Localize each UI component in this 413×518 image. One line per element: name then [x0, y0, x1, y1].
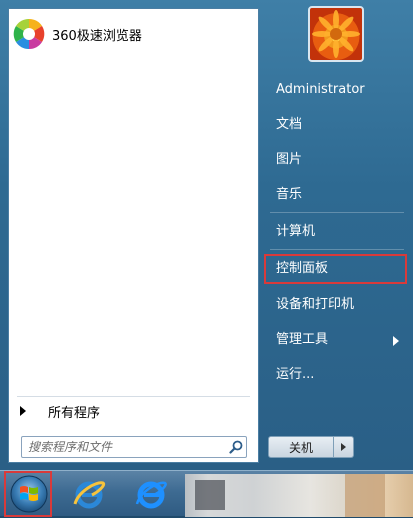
search-icon[interactable] [226, 437, 246, 457]
user-avatar[interactable] [308, 6, 364, 62]
menu-item-computer[interactable]: 计算机 [276, 222, 315, 242]
pinned-item-label: 360极速浏览器 [52, 28, 142, 44]
taskbar-window-preview[interactable] [185, 474, 413, 517]
menu-item-documents[interactable]: 文档 [276, 115, 302, 135]
taskbar [0, 470, 413, 517]
search-box [21, 436, 247, 458]
programs-pane: 360极速浏览器 所有程序 [8, 8, 259, 463]
menu-item-run[interactable]: 运行... [276, 365, 314, 385]
ie-icon[interactable] [72, 477, 106, 511]
blurred-thumbnail [195, 480, 225, 510]
control-panel-highlight [264, 254, 407, 284]
expand-arrow-icon [20, 406, 26, 416]
shutdown-group: 关机 [268, 436, 356, 458]
shutdown-options-button[interactable] [334, 436, 354, 458]
pinned-item-360-browser[interactable]: 360极速浏览器 [13, 15, 253, 53]
start-button-highlight [4, 471, 52, 517]
submenu-arrow-icon [393, 336, 399, 346]
search-input[interactable] [22, 437, 226, 457]
menu-item-admin-tools[interactable]: 管理工具 [276, 330, 328, 350]
all-programs-item[interactable]: 所有程序 [17, 399, 247, 423]
start-menu: 360极速浏览器 所有程序 搜索程序和文件 Administrator 文档 图… [0, 0, 413, 470]
divider [270, 212, 404, 213]
shutdown-button[interactable]: 关机 [268, 436, 334, 458]
blurred-thumbnail [345, 474, 385, 517]
browser-360-icon [13, 18, 45, 50]
divider [270, 249, 404, 250]
all-programs-label: 所有程序 [48, 405, 101, 421]
menu-item-music[interactable]: 音乐 [276, 185, 302, 205]
menu-item-administrator[interactable]: Administrator [276, 80, 365, 100]
menu-item-devices-printers[interactable]: 设备和打印机 [276, 295, 354, 315]
divider [17, 396, 250, 397]
ie-icon[interactable] [134, 477, 168, 511]
chevron-right-icon [341, 443, 346, 451]
menu-item-pictures[interactable]: 图片 [276, 150, 302, 170]
